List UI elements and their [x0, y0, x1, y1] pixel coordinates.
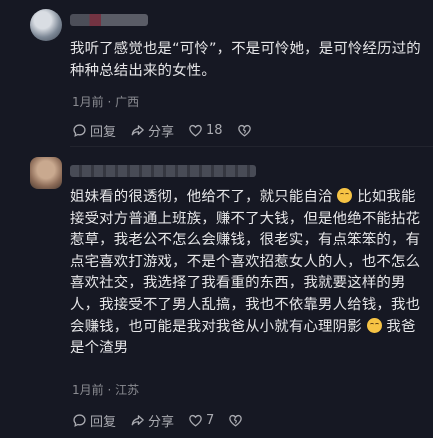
- commenter-username[interactable]: [70, 14, 148, 26]
- meta-separator: ·: [107, 95, 112, 109]
- comment-meta: 1月前 · 江苏: [72, 381, 139, 398]
- comment-time: 1月前: [72, 95, 104, 109]
- comment-location: 广西: [115, 95, 140, 109]
- grin-emoji-icon: [337, 188, 353, 203]
- meta-separator: ·: [107, 383, 112, 397]
- like-button[interactable]: 18: [188, 123, 223, 138]
- comment-time: 1月前: [72, 383, 104, 397]
- commenter-username[interactable]: [70, 165, 256, 177]
- commenter-avatar[interactable]: [30, 157, 62, 189]
- reply-label: 回复: [90, 125, 117, 140]
- commenter-avatar[interactable]: [30, 9, 62, 41]
- heart-icon: [189, 414, 202, 427]
- like-button[interactable]: 7: [188, 413, 214, 428]
- comment-actions: 回复 分享 18: [72, 121, 269, 140]
- like-count: 7: [206, 413, 215, 428]
- heart-icon: [189, 124, 202, 137]
- dislike-button[interactable]: [228, 413, 246, 428]
- share-label: 分享: [148, 125, 175, 140]
- share-button[interactable]: 分享: [130, 121, 174, 140]
- broken-heart-icon: [229, 414, 243, 427]
- grin-emoji-icon: [366, 317, 382, 333]
- comment-meta: 1月前 · 广西: [72, 93, 139, 110]
- comment-text: 我听了感觉也是“可怜”，不是可怜她，是可怜经历过的种种总结出来的女性。: [70, 41, 421, 79]
- reply-button[interactable]: 回复: [72, 121, 116, 140]
- reply-label: 回复: [90, 415, 117, 430]
- broken-heart-icon: [237, 124, 251, 137]
- comment-divider: [70, 146, 433, 147]
- comment-text-part: 姐妹看的很透彻，他给不了，就只能自洽: [70, 189, 333, 205]
- like-count: 18: [206, 123, 223, 138]
- reply-icon: [73, 414, 86, 427]
- share-button[interactable]: 分享: [130, 411, 174, 430]
- share-label: 分享: [148, 415, 175, 430]
- comment-location: 江苏: [115, 383, 140, 397]
- reply-icon: [73, 124, 86, 137]
- comment-actions: 回复 分享 7: [72, 411, 260, 430]
- share-icon: [131, 415, 144, 426]
- share-icon: [131, 125, 144, 136]
- comment-text-part: 比如我能接受对方普通上班族，赚不了大钱，但是他绝不能拈花惹草，我老公不怎么会赚钱…: [70, 189, 421, 335]
- comment-text: 姐妹看的很透彻，他给不了，就只能自洽 比如我能接受对方普通上班族，赚不了大钱，但…: [70, 187, 422, 360]
- reply-button[interactable]: 回复: [72, 411, 116, 430]
- dislike-button[interactable]: [237, 123, 255, 138]
